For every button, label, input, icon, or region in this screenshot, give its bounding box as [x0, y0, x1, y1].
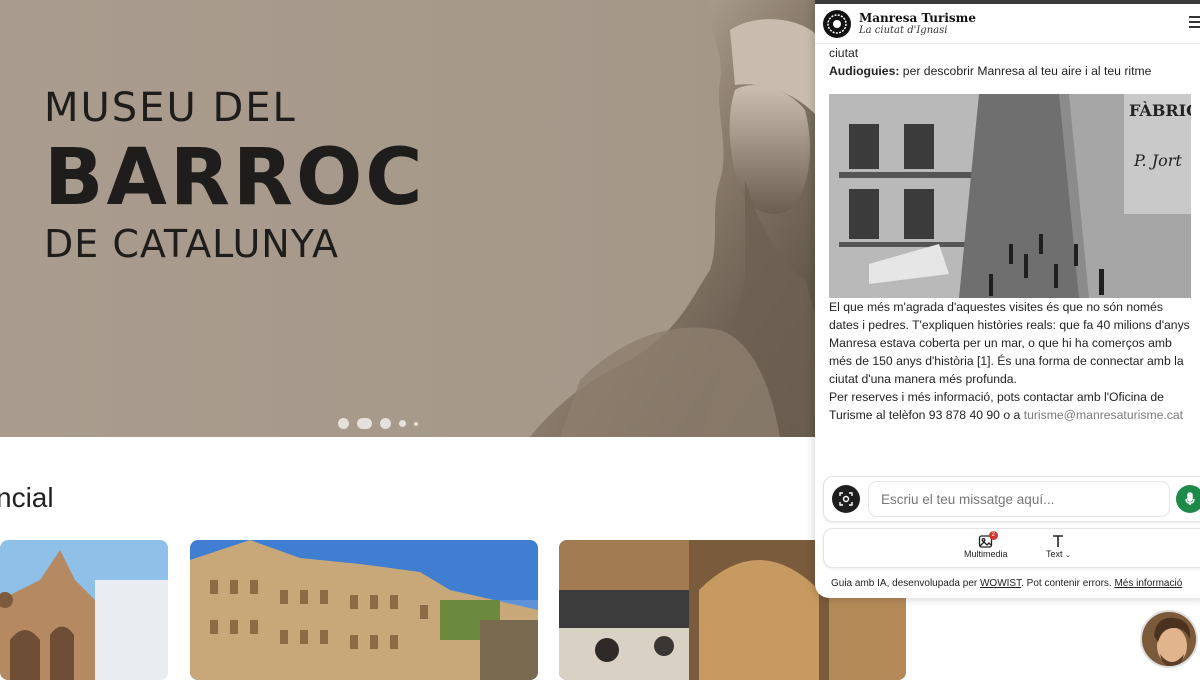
text-icon: [1053, 535, 1064, 547]
multimedia-label: Multimedia: [964, 549, 1008, 559]
sign-jort: P. Jort: [1133, 151, 1182, 170]
carousel-dot[interactable]: [338, 418, 349, 429]
microphone-icon[interactable]: [1176, 485, 1200, 513]
chevron-down-icon: ⌄: [1065, 552, 1071, 559]
brand-name: Manresa Turisme: [859, 10, 976, 25]
tools-bar: 2 Multimedia Text ⌄: [823, 528, 1200, 568]
sign-fabrica: FÀBRICA: [1129, 100, 1191, 120]
multimedia-button[interactable]: 2 Multimedia: [964, 531, 1008, 559]
brand: Manresa Turisme La ciutat d'Ignasi: [859, 11, 976, 37]
chat-panel: Manresa Turisme La ciutat d'Ignasi ciuta…: [815, 0, 1200, 598]
historic-street-photo[interactable]: FÀBRICA P. Jort: [829, 94, 1191, 298]
message-audioguides: Audioguies: per descobrir Manresa al teu…: [829, 62, 1193, 80]
message-fragment: ciutat: [829, 46, 859, 60]
hero-title-line1: MUSEU DEL: [44, 85, 297, 131]
card-building[interactable]: [190, 540, 538, 680]
carousel-dot[interactable]: [380, 418, 391, 429]
audioguides-text: per descobrir Manresa al teu aire i al t…: [899, 64, 1152, 78]
card-cathedral[interactable]: [0, 540, 168, 680]
contact-email-link[interactable]: turisme@manresaturisme.cat: [1024, 408, 1183, 422]
menu-icon[interactable]: [1189, 16, 1200, 30]
message-description: El que més m'agrada d'aquestes visites é…: [829, 300, 1190, 386]
multimedia-badge: 2: [988, 531, 998, 540]
building-image: [190, 540, 538, 680]
disclaimer-middle: . Pot contenir errors.: [1021, 578, 1115, 589]
message-input[interactable]: [868, 481, 1170, 517]
brand-tagline: La ciutat d'Ignasi: [859, 24, 948, 36]
disclaimer: Guia amb IA, desenvolupada per WOWIST. P…: [831, 578, 1182, 589]
section-title: ncial: [0, 482, 54, 513]
assistant-avatar[interactable]: [1140, 610, 1198, 668]
chat-messages: ciutat Audioguies: per descobrir Manresa…: [829, 44, 1193, 470]
cathedral-image: [0, 540, 168, 680]
audioguides-label: Audioguies:: [829, 64, 900, 78]
manresa-logo-icon: [823, 9, 851, 38]
carousel-dot[interactable]: [399, 420, 406, 427]
carousel-dot[interactable]: [414, 421, 418, 426]
camera-scan-icon[interactable]: [832, 485, 860, 513]
carousel-indicator: [338, 418, 418, 429]
wowist-link[interactable]: WOWIST: [980, 578, 1021, 589]
hero-title-line3: DE CATALUNYA: [44, 222, 339, 266]
message-contact: Per reserves i més informació, pots cont…: [829, 388, 1193, 424]
more-info-link[interactable]: Més informació: [1114, 578, 1182, 589]
text-label-wrap: Text ⌄: [1046, 549, 1071, 559]
text-label: Text: [1046, 549, 1063, 559]
chat-header: Manresa Turisme La ciutat d'Ignasi: [815, 4, 1200, 44]
text-button[interactable]: Text ⌄: [1046, 534, 1071, 559]
hero-title-line2: BARROC: [44, 133, 426, 223]
carousel-dot-active[interactable]: [357, 418, 372, 429]
statue-image: [530, 0, 820, 437]
hero-title: MUSEU DEL BARROC DE CATALUNYA: [44, 86, 426, 266]
disclaimer-prefix: Guia amb IA, desenvolupada per: [831, 578, 980, 589]
message-composer: [823, 476, 1200, 522]
